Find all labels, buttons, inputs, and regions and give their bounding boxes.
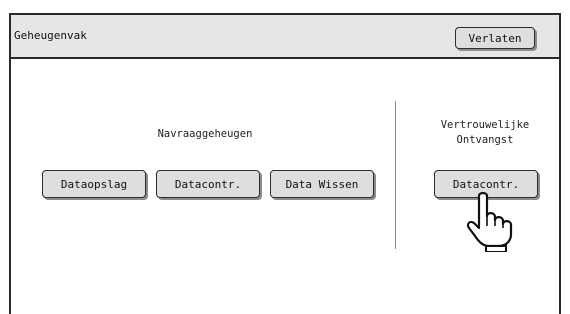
section-divider — [395, 101, 396, 249]
data-delete-button[interactable]: Data Wissen — [270, 170, 374, 198]
exit-button[interactable]: Verlaten — [455, 27, 535, 49]
query-memory-label: Navraaggeheugen — [157, 128, 253, 140]
title-bar: Geheugenvak Verlaten — [11, 15, 559, 59]
data-storage-button[interactable]: Dataopslag — [42, 170, 146, 198]
confidential-label-line-1: Vertrouwelijke — [440, 119, 530, 131]
memory-box-panel: Geheugenvak Verlaten — [9, 13, 561, 314]
confidential-reception-label: Vertrouwelijke Ontvangst — [420, 118, 550, 148]
confidential-label-line-2: Ontvangst — [456, 134, 514, 146]
page-title: Geheugenvak — [14, 29, 87, 42]
pointing-hand-icon — [466, 191, 513, 252]
data-check-button[interactable]: Datacontr. — [156, 170, 260, 198]
